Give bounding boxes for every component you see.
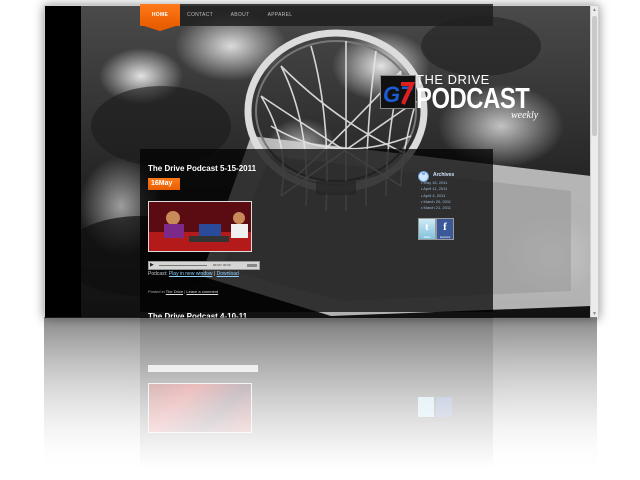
audio-player[interactable]: ▶ 00:00 / 00:00 [148, 261, 260, 270]
nav-home[interactable]: HOME [140, 4, 180, 26]
post-title[interactable]: The Drive Podcast 5-15-2011 [148, 164, 256, 173]
nav-apparel[interactable]: APPAREL [260, 4, 300, 26]
facebook-button[interactable]: f facebook [436, 218, 454, 240]
posted-in-label: Posted in [148, 289, 165, 294]
play-in-new-window-link[interactable]: Play in new window [169, 271, 213, 277]
facebook-label: facebook [439, 236, 451, 239]
twitter-icon: t [425, 221, 429, 233]
link-separator: | [213, 271, 216, 277]
archive-link[interactable]: March 21, 2011 [421, 205, 452, 211]
date-badge: 16May [148, 178, 180, 190]
player-progress-track[interactable] [159, 265, 207, 266]
archive-link[interactable]: April 11, 2011 [421, 186, 451, 192]
podcast-label: Podcast: [148, 271, 168, 277]
category-link[interactable]: The Drive [166, 289, 183, 294]
post-meta: Posted in The Drive | Leave a comment [148, 289, 218, 294]
volume-slider[interactable] [247, 264, 257, 267]
twitter-button[interactable]: t Twitter [418, 218, 436, 240]
g7-logo-icon: G7 [380, 75, 416, 109]
podcast-links: Podcast: Play in new window | Download [148, 271, 239, 277]
nav-active-indicator [144, 26, 176, 31]
twitter-label: Twitter [423, 236, 431, 239]
archives-title: Archives [433, 172, 455, 178]
play-icon[interactable]: ▶ [150, 262, 156, 269]
scroll-thumb[interactable] [592, 16, 597, 136]
leave-comment-link[interactable]: Leave a comment [186, 289, 218, 294]
scroll-up-icon[interactable]: ▲ [592, 7, 597, 13]
facebook-icon: f [443, 221, 447, 233]
player-time: 00:00 / 00:00 [213, 263, 231, 267]
download-link[interactable]: Download [217, 271, 239, 277]
logo-line-weekly: weekly [511, 110, 539, 121]
post-photo [148, 201, 252, 252]
top-nav: HOME CONTACT ABOUT APPAREL [140, 4, 493, 26]
scrollbar[interactable]: ▲ ▼ [590, 6, 598, 318]
nav-contact[interactable]: CONTACT [180, 4, 220, 26]
reflection-fade [44, 317, 597, 477]
nav-about[interactable]: ABOUT [220, 4, 260, 26]
archives-list: May 16, 2011 April 11, 2011 April 4, 201… [421, 180, 451, 211]
